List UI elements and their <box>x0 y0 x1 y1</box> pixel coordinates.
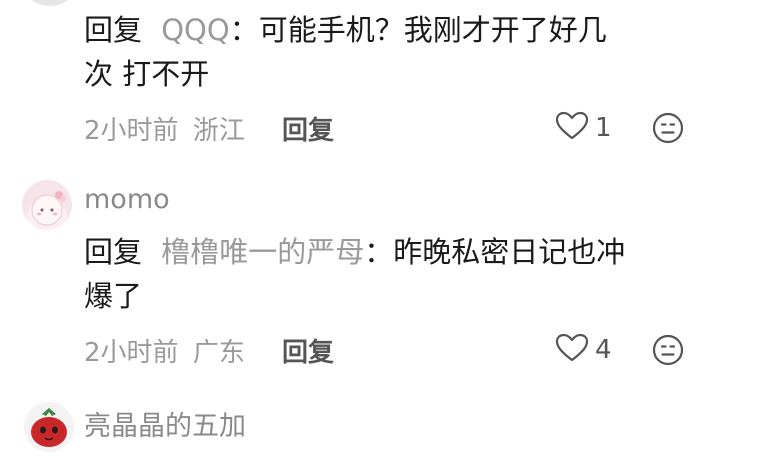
comment-time: 2小时前 <box>84 338 179 368</box>
comment-body: 回复 橹橹唯一的严母：昨晚私密日记也冲 <box>84 228 625 276</box>
neutral-face-icon[interactable] <box>652 112 684 148</box>
like-count: 1 <box>595 113 612 143</box>
reply-prefix: 回复 <box>84 13 143 47</box>
reply-target-user[interactable]: 橹橹唯一的严母 <box>161 235 364 269</box>
heart-outline-icon <box>555 333 589 367</box>
comment-body: 回复 QQQ：可能手机？我刚才开了好几 <box>84 6 607 54</box>
comment-time: 2小时前 <box>84 116 179 146</box>
like-count: 4 <box>595 335 612 365</box>
comment-meta: 2小时前 广东 <box>84 332 245 369</box>
comment-text-line2: 次 打不开 <box>84 57 210 91</box>
heart-outline-icon <box>555 111 589 145</box>
like-button[interactable]: 1 <box>555 111 612 145</box>
avatar[interactable] <box>22 180 72 230</box>
comment-text-line2: 爆了 <box>84 279 143 313</box>
reply-button[interactable]: 回复 <box>282 332 334 369</box>
comment-text-line1: ：昨晚私密日记也冲 <box>364 235 626 269</box>
comment-username[interactable]: momo <box>84 184 170 215</box>
reply-target-user[interactable]: QQQ <box>161 13 229 47</box>
neutral-face-icon[interactable] <box>652 334 684 370</box>
comment-region: 广东 <box>192 338 245 368</box>
reply-prefix: 回复 <box>84 235 143 269</box>
like-button[interactable]: 4 <box>555 333 612 367</box>
comment-username[interactable]: 亮晶晶的五加 <box>84 404 246 443</box>
avatar[interactable] <box>28 0 72 6</box>
avatar[interactable] <box>24 402 74 452</box>
reply-button[interactable]: 回复 <box>282 110 334 147</box>
comment-text-line1: ：可能手机？我刚才开了好几 <box>229 13 607 47</box>
comment-meta: 2小时前 浙江 <box>84 110 245 147</box>
comment-region: 浙江 <box>192 116 245 146</box>
